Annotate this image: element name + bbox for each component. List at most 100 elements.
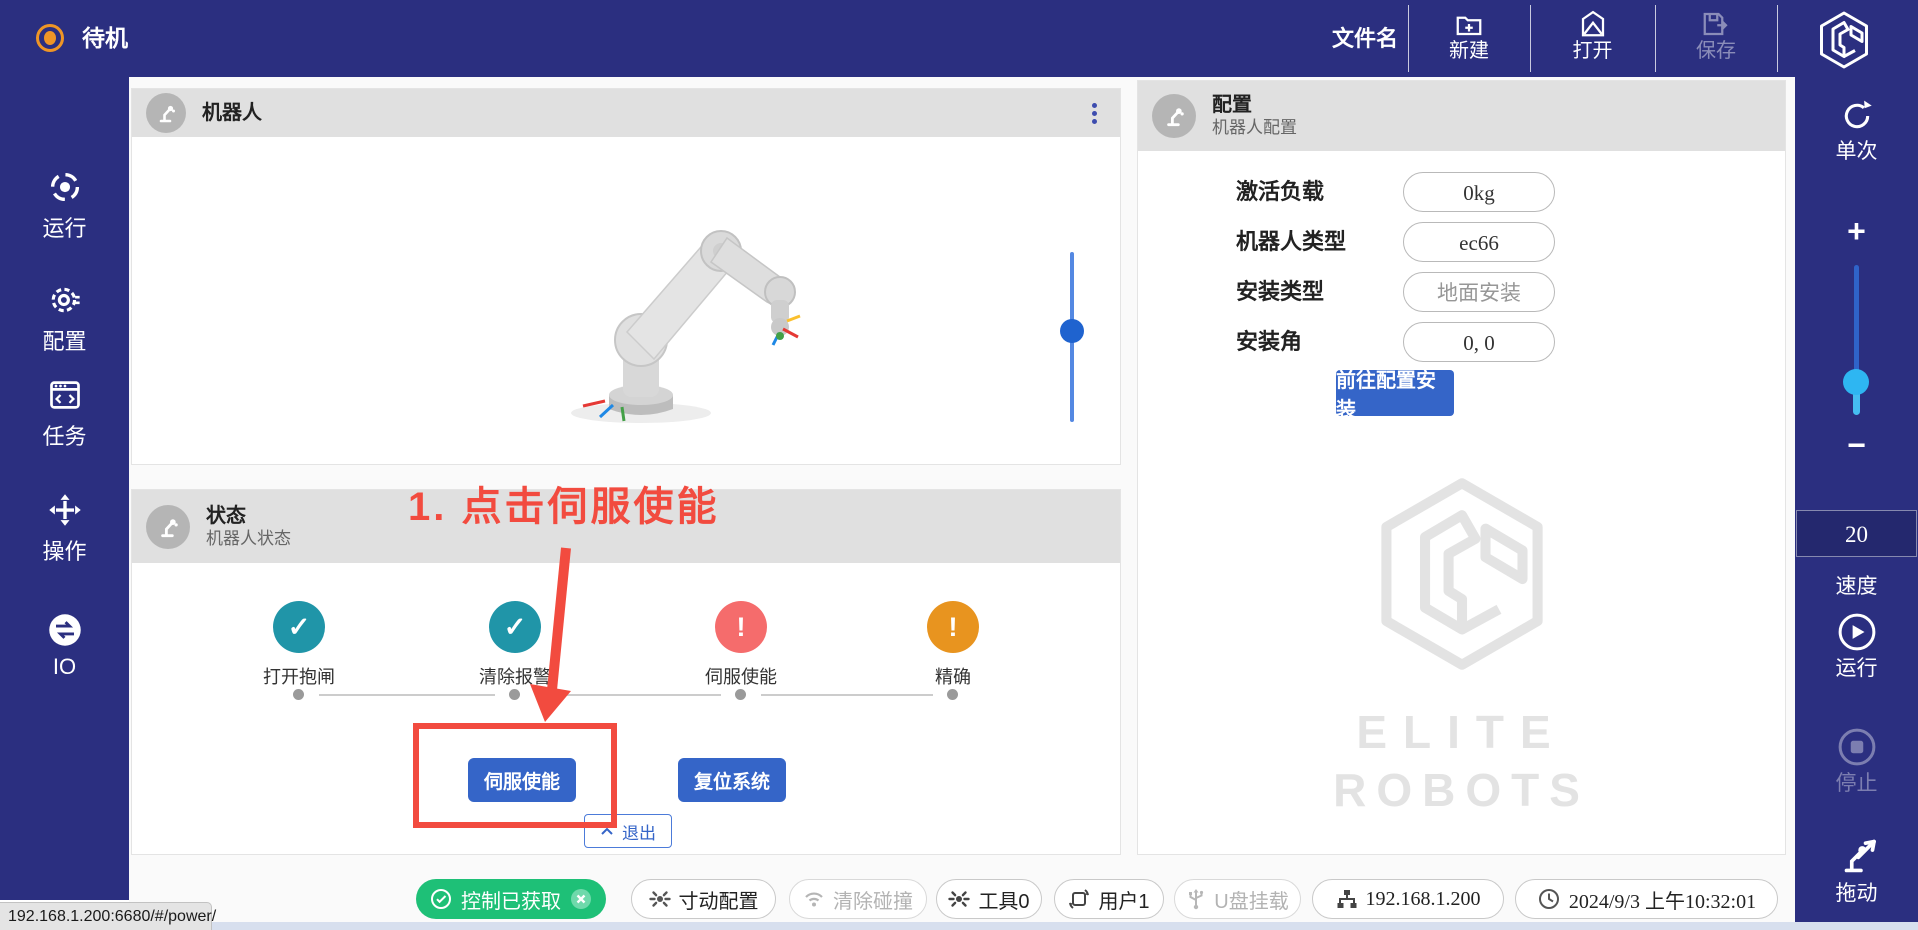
clear-collision-chip[interactable]: 清除碰撞 (789, 879, 927, 919)
robot-avatar (146, 505, 190, 549)
speed-plus-button[interactable]: + (1795, 215, 1918, 247)
open-file-button[interactable]: 打开 (1531, 0, 1654, 77)
jog-config-chip[interactable]: 寸动配置 (631, 879, 776, 919)
config-panel-subtitle: 机器人配置 (1212, 117, 1297, 139)
ip-address-chip[interactable]: 192.168.1.200 (1312, 879, 1504, 919)
save-file-button[interactable]: 保存 (1656, 0, 1776, 77)
release-control-x-icon[interactable] (569, 887, 593, 911)
new-file-button[interactable]: 新建 (1409, 0, 1529, 77)
run-button[interactable]: 运行 (1795, 612, 1918, 682)
robot-panel-title: 机器人 (202, 101, 262, 125)
datetime-chip[interactable]: 2024/9/3 上午10:32:01 (1515, 879, 1778, 919)
step-open-brake: ✓ 打开抱闸 (209, 601, 389, 689)
config-row-payload: 激活负载 0kg (1138, 172, 1785, 212)
robot-arm-icon (155, 514, 181, 540)
step-dot (509, 689, 520, 700)
watermark-text-elite: ELITE (1138, 705, 1785, 759)
stop-button[interactable]: 停止 (1795, 727, 1918, 797)
step-label: 打开抱闸 (209, 663, 389, 689)
sidebar-item-task[interactable]: 任务 (0, 377, 129, 451)
mount-angle-value[interactable]: 0, 0 (1403, 322, 1555, 362)
config-panel-title: 配置 (1212, 93, 1297, 117)
stop-label: 停止 (1795, 767, 1918, 797)
open-file-label: 打开 (1531, 39, 1654, 63)
elite-logo-watermark-icon (1378, 461, 1546, 687)
go-install-config-label: 前往配置安装 (1336, 364, 1454, 422)
single-cycle-button[interactable]: 单次 (1795, 97, 1918, 165)
speed-minus-button[interactable]: − (1795, 429, 1918, 461)
user-frame-chip[interactable]: 用户1 (1054, 879, 1164, 919)
drag-label: 拖动 (1795, 877, 1918, 907)
url-status-tooltip: 192.168.1.200:6680/#/power/ (0, 902, 212, 930)
top-bar: 待机 文件名 新建 打开 保存 (0, 0, 1918, 77)
refresh-icon (1838, 97, 1876, 135)
payload-label: 激活负载 (1236, 172, 1324, 212)
divider (1777, 5, 1778, 72)
robot-avatar (146, 93, 186, 133)
go-install-config-button[interactable]: 前往配置安装 (1336, 370, 1454, 416)
mount-type-value[interactable]: 地面安装 (1403, 272, 1555, 312)
drag-button[interactable]: 拖动 (1795, 835, 1918, 907)
annotation-step-text: 1. 点击伺服使能 (408, 474, 719, 532)
robot-arm-icon (154, 101, 178, 125)
kebab-menu-icon[interactable] (1084, 100, 1104, 128)
filename-label: 文件名 (1240, 0, 1398, 77)
control-acquired-chip[interactable]: 控制已获取 (416, 879, 606, 919)
left-sidebar: 运行 配置 任务 操作 (0, 77, 129, 900)
wifi-icon (803, 888, 825, 910)
step-connector (535, 694, 721, 696)
view-zoom-slider-knob[interactable] (1060, 319, 1084, 343)
usb-mount-label: U盘挂载 (1214, 885, 1288, 914)
status-panel-subtitle: 机器人状态 (206, 528, 291, 550)
jog-config-label: 寸动配置 (679, 885, 759, 914)
config-row-mount-angle: 安装角 0, 0 (1138, 322, 1785, 362)
sidebar-item-label: 任务 (0, 419, 129, 451)
robot-type-value[interactable]: ec66 (1403, 222, 1555, 262)
sidebar-item-io[interactable]: IO (0, 612, 129, 680)
reset-system-button[interactable]: 复位系统 (678, 758, 786, 802)
step-connector (319, 694, 495, 696)
check-circle-icon: ✓ (489, 601, 541, 653)
mount-angle-label: 安装角 (1236, 322, 1302, 362)
step-dot (293, 689, 304, 700)
standby-label: 待机 (82, 0, 128, 77)
speed-slider-track[interactable] (1854, 265, 1859, 383)
check-circle-icon: ✓ (273, 601, 325, 653)
config-row-mount-type: 安装类型 地面安装 (1138, 272, 1785, 312)
elite-watermark: ELITE ROBOTS (1138, 461, 1785, 817)
exclamation-circle-icon: ! (715, 601, 767, 653)
step-label: 精确 (863, 663, 1043, 689)
sidebar-item-label: 操作 (0, 534, 129, 566)
network-icon (1336, 888, 1358, 910)
robot-avatar (1152, 94, 1196, 138)
control-acquired-label: 控制已获取 (461, 885, 561, 914)
datetime-value: 2024/9/3 上午10:32:01 (1569, 885, 1756, 914)
standby-indicator-icon (36, 24, 64, 52)
tool-chip[interactable]: 工具0 (936, 879, 1042, 919)
sidebar-item-operate[interactable]: 操作 (0, 492, 129, 566)
ip-address-value: 192.168.1.200 (1366, 888, 1481, 911)
speed-slider-knob[interactable] (1843, 369, 1869, 395)
elite-logo-icon (1818, 11, 1870, 69)
usb-icon (1186, 888, 1206, 910)
status-panel-title: 状态 (206, 504, 291, 528)
annotation-highlight-rect (413, 723, 617, 828)
reset-system-label: 复位系统 (694, 767, 770, 794)
step-label: 伺服使能 (651, 663, 831, 689)
right-sidebar: 单次 + − 20 速度 运行 停止 拖动 (1795, 77, 1918, 930)
exit-label: 退出 (622, 819, 656, 844)
clock-icon (1537, 887, 1561, 911)
sidebar-item-config[interactable]: 配置 (0, 282, 129, 356)
user-frame-label: 用户1 (1098, 885, 1149, 914)
usb-mount-chip[interactable]: U盘挂载 (1174, 879, 1301, 919)
payload-value[interactable]: 0kg (1403, 172, 1555, 212)
step-clear-alarm: ✓ 清除报警 (425, 601, 605, 689)
robot-type-label: 机器人类型 (1236, 222, 1346, 262)
robot-3d-render (521, 189, 841, 434)
sidebar-item-run[interactable]: 运行 (0, 169, 129, 243)
step-servo-enable: ! 伺服使能 (651, 601, 831, 689)
step-label: 清除报警 (425, 663, 605, 689)
config-panel-header: 配置 机器人配置 (1138, 81, 1785, 151)
folder-plus-icon (1454, 9, 1484, 39)
clear-collision-label: 清除碰撞 (833, 885, 913, 914)
